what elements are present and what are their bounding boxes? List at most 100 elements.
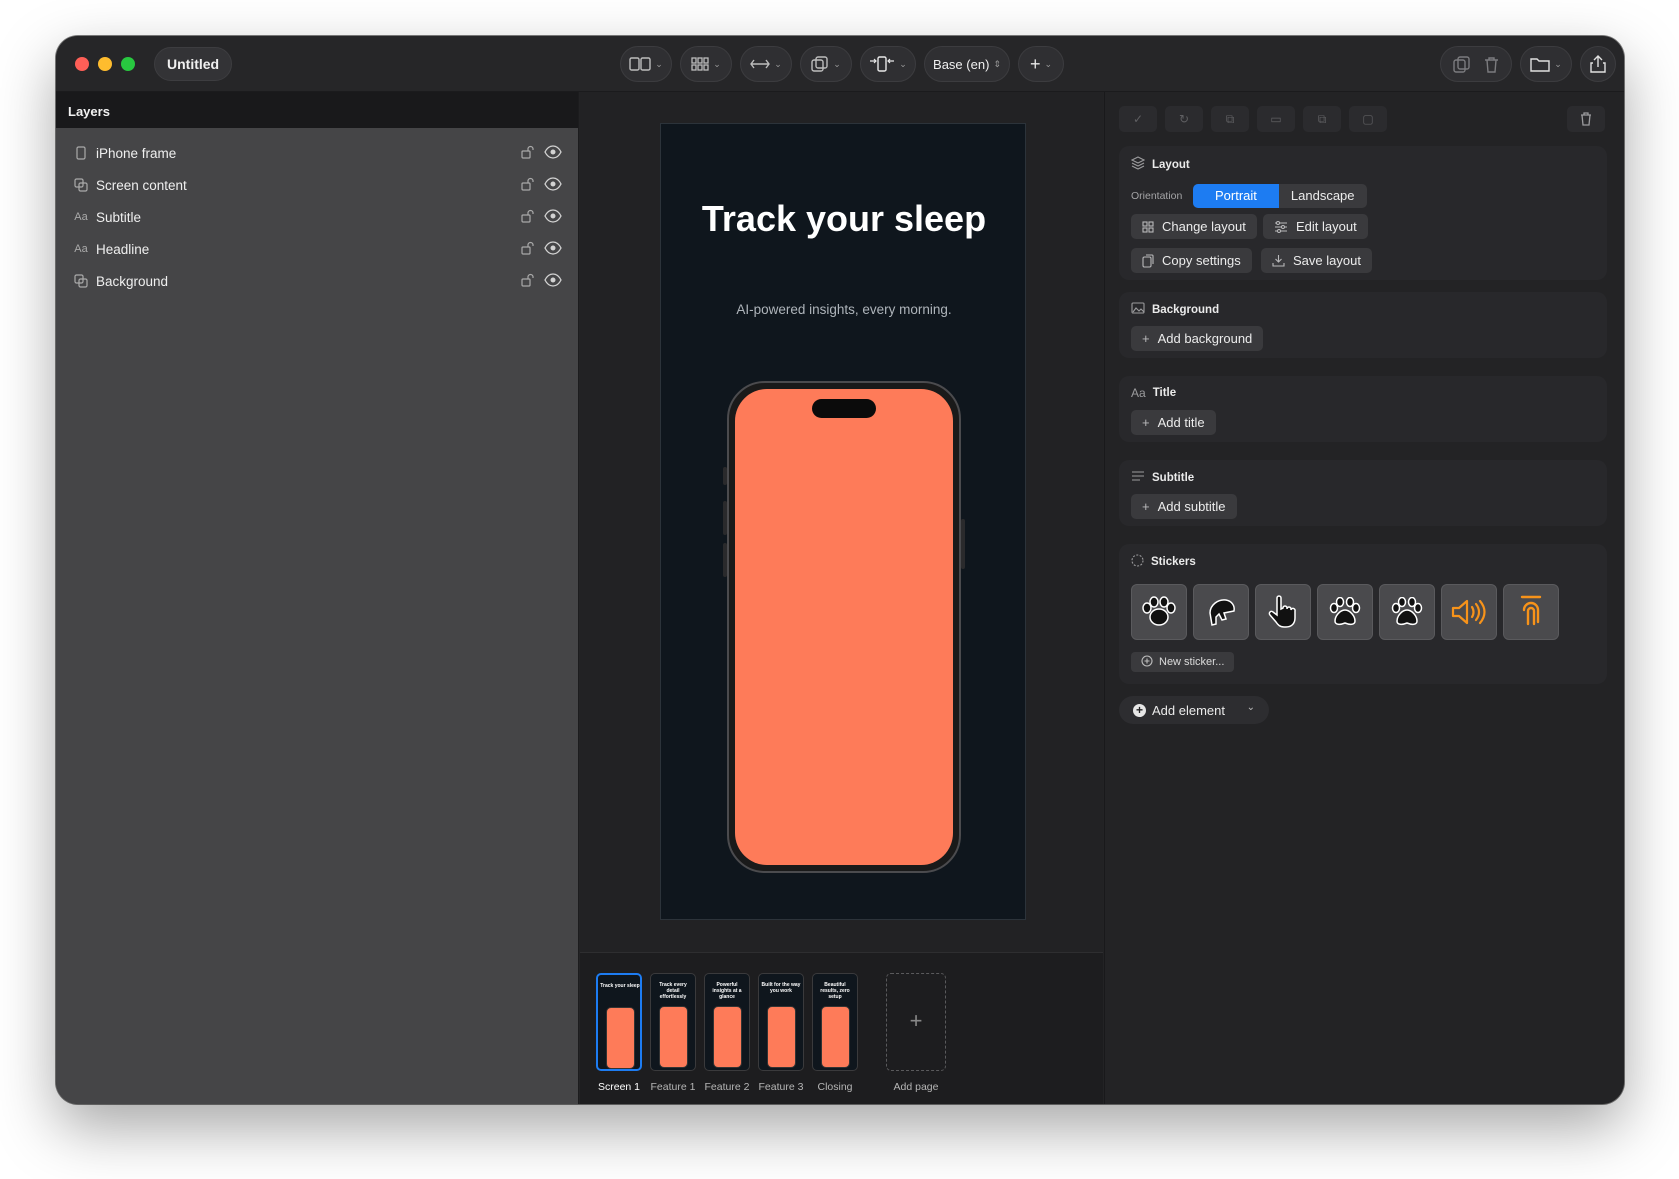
stickers-header: Stickers [1131,554,1196,570]
eye-icon[interactable] [544,177,562,194]
page-thumb-feature-1[interactable]: Track every detail effortlessly [650,973,696,1071]
eye-icon[interactable] [544,209,562,226]
folder-button[interactable]: ⌄ [1520,46,1572,82]
sticker-paw-icon[interactable] [1317,584,1373,640]
language-selector[interactable]: Base (en) ⇕ [924,46,1010,82]
title-header: Aa Title [1131,386,1176,400]
chevron-down-icon: ⌄ [1044,58,1053,69]
page-thumb-screen-1[interactable]: Track your sleep [596,973,642,1071]
add-page-label: Add page [893,1081,939,1093]
sticker-icon [1131,554,1144,570]
layout-view-button[interactable]: ⌄ [620,46,672,82]
lock-icon[interactable]: ▢ [1349,106,1387,132]
eye-icon[interactable] [544,273,562,290]
text-icon: Aa [74,243,88,255]
eye-icon[interactable] [544,241,562,258]
redo-icon[interactable]: ↻ [1165,106,1203,132]
copy-icon[interactable]: ⧉ [1211,106,1249,132]
phone-side-button [723,543,727,577]
button-label: Change layout [1162,219,1246,234]
unlock-icon[interactable] [521,209,535,226]
phone-screen[interactable] [735,389,953,865]
sticker-speaker-icon[interactable] [1441,584,1497,640]
add-button[interactable]: + ⌄ [1018,46,1064,82]
dynamic-island [812,399,876,418]
artboard[interactable]: Track your sleep AI-powered insights, ev… [660,123,1026,920]
sticker-touch-icon[interactable] [1503,584,1559,640]
phone-icon [73,145,89,161]
page-thumb-feature-2[interactable]: Powerful insights at a glance [704,973,750,1071]
grid-view-button[interactable]: ⌄ [680,46,732,82]
sticker-paw-icon-alt[interactable] [1379,584,1435,640]
new-sticker-button[interactable]: New sticker... [1131,652,1235,672]
plus-circle-icon [1141,654,1153,670]
title-bar: Untitled ⌄ ⌄ ⌄ ⌄ ⌄ Base (en) ⇕ + ⌄ ⌄ [56,36,1624,92]
thumb-phone [713,1006,742,1068]
layer-screen-content[interactable]: Screen content [56,169,578,201]
section-title: Background [1152,303,1220,316]
resize-button[interactable]: ⌄ [740,46,792,82]
sticker-pointing-hand-icon[interactable] [1193,584,1249,640]
duplicate-frame-button[interactable]: ⌄ [800,46,852,82]
landscape-option[interactable]: Landscape [1279,184,1367,208]
arrows-horizontal-icon [750,59,771,69]
iphone-frame[interactable] [723,381,965,873]
chevron-down-icon: ⌄ [774,58,782,69]
unlock-icon[interactable] [521,145,535,162]
unlock-icon[interactable] [521,273,535,290]
portrait-option[interactable]: Portrait [1193,184,1279,208]
page-thumb-closing[interactable]: Beautiful results, zero setup [812,973,858,1071]
button-label: Add background [1157,331,1253,346]
orientation-control: Portrait Landscape [1193,184,1367,208]
delete-button[interactable] [1567,106,1605,132]
add-background-button[interactable]: + Add background [1131,326,1264,351]
eye-icon[interactable] [544,145,562,162]
plus-icon: + [1142,499,1150,514]
edit-actions-group [1440,46,1512,82]
sticker-paw-print-icon[interactable] [1131,584,1187,640]
paste-icon[interactable]: ▭ [1257,106,1295,132]
layout-header: Layout [1130,156,1190,173]
device-resize-icon [870,56,895,72]
page-thumb-feature-3[interactable]: Built for the way you work [758,973,804,1071]
grid-icon [1142,220,1154,233]
layers-icon [73,273,89,289]
checkmark-icon[interactable]: ✓ [1119,106,1157,132]
headline-text[interactable]: Track your sleep [661,198,1027,240]
device-frame-button[interactable]: ⌄ [860,46,916,82]
add-page-button[interactable]: + [886,973,946,1071]
layer-subtitle[interactable]: Aa Subtitle [56,201,578,233]
minimize-window-button[interactable] [98,57,112,71]
duplicate-icon[interactable]: ⧉ [1303,106,1341,132]
layer-label: Subtitle [96,209,142,225]
up-down-chevron-icon: ⇕ [993,58,1001,69]
overlap-squares-icon [811,56,828,72]
add-element-button[interactable]: + Add element ⌄ [1119,696,1269,724]
document-title[interactable]: Untitled [154,47,233,81]
chevron-down-icon: ⌄ [1246,702,1255,713]
layer-headline[interactable]: Aa Headline [56,233,578,265]
add-title-button[interactable]: + Add title [1131,410,1216,435]
close-window-button[interactable] [75,57,89,71]
grid-icon [691,57,709,71]
subtitle-text[interactable]: AI-powered insights, every morning. [661,302,1027,317]
thumb-phone [821,1006,850,1068]
layer-iphone-frame[interactable]: iPhone frame [56,137,578,169]
save-layout-button[interactable]: Save layout [1261,248,1372,273]
duplicate-icon[interactable] [1453,55,1470,73]
sticker-hand-cursor-icon[interactable] [1255,584,1311,640]
share-button[interactable] [1580,46,1616,82]
copy-settings-button[interactable]: Copy settings [1131,248,1252,273]
change-layout-button[interactable]: Change layout [1131,214,1257,239]
thumb-title: Track every detail effortlessly [659,982,687,1000]
unlock-icon[interactable] [521,241,535,258]
trash-icon[interactable] [1484,56,1499,73]
add-subtitle-button[interactable]: + Add subtitle [1131,494,1237,519]
layer-background[interactable]: Background [56,265,578,297]
zoom-window-button[interactable] [121,57,135,71]
section-title: Subtitle [1152,471,1195,484]
unlock-icon[interactable] [521,177,535,194]
chevron-down-icon: ⌄ [713,58,721,69]
text-icon: Aa [1131,386,1146,400]
edit-layout-button[interactable]: Edit layout [1263,214,1368,239]
